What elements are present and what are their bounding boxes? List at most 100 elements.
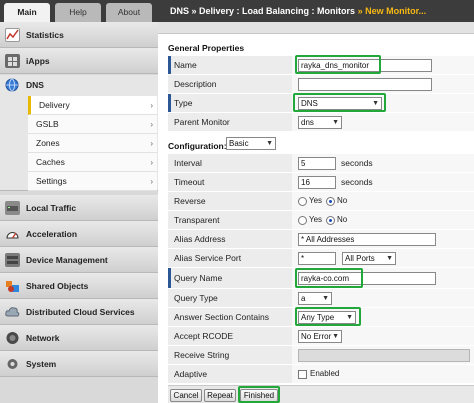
chevron-down-icon: ▼	[266, 140, 273, 147]
query-type-row: Query Type a ▼	[168, 289, 474, 308]
description-label: Description	[174, 79, 217, 89]
parent-monitor-row: Parent Monitor dns ▼	[168, 113, 474, 132]
nav-system[interactable]: System	[0, 351, 158, 377]
sidebar-item-delivery[interactable]: Delivery ›	[28, 96, 157, 115]
transparent-no-radio[interactable]	[326, 216, 335, 225]
description-input[interactable]	[298, 78, 432, 91]
chevron-down-icon: ▼	[386, 255, 393, 262]
sidebar-item-label: Delivery	[39, 100, 70, 110]
cancel-button[interactable]: Cancel	[170, 389, 202, 402]
sidebar-item-caches[interactable]: Caches ›	[28, 153, 157, 172]
nav-dns-label: DNS	[26, 80, 44, 90]
adaptive-row: Adaptive Enabled	[168, 365, 474, 384]
nav-local-traffic[interactable]: Local Traffic	[0, 195, 158, 221]
device-icon	[5, 253, 20, 267]
reverse-row: Reverse Yes No	[168, 192, 474, 211]
reverse-no-radio[interactable]	[326, 197, 335, 206]
alias-address-input[interactable]: * All Addresses	[298, 233, 436, 246]
answer-section-label: Answer Section Contains	[174, 312, 269, 322]
monitor-form: General Properties Name rayka_dns_monito…	[168, 34, 474, 403]
tab-main[interactable]: Main	[4, 3, 50, 22]
iapps-icon	[5, 54, 20, 68]
adaptive-label: Adaptive	[174, 369, 208, 379]
interval-input[interactable]: 5	[298, 157, 336, 170]
interval-unit: seconds	[341, 158, 373, 168]
network-icon	[5, 331, 20, 345]
name-highlight	[295, 55, 381, 74]
alias-port-label: Alias Service Port	[174, 253, 242, 263]
alias-port-input[interactable]: *	[298, 252, 336, 265]
nav-shared-objects-label: Shared Objects	[26, 281, 89, 291]
globe-icon	[5, 78, 19, 92]
interval-row: Interval 5 seconds	[168, 154, 474, 173]
nav-device-management[interactable]: Device Management	[0, 247, 158, 273]
transparent-row: Transparent Yes No	[168, 211, 474, 230]
nav-distributed-cloud[interactable]: Distributed Cloud Services	[0, 299, 158, 325]
interval-label: Interval	[174, 158, 202, 168]
interval-value-cell: 5 seconds	[292, 154, 474, 172]
tab-help[interactable]: Help	[55, 3, 101, 22]
query-type-value-cell: a ▼	[292, 289, 474, 307]
query-type-select[interactable]: a ▼	[298, 292, 332, 305]
timeout-input[interactable]: 16	[298, 176, 336, 189]
chevron-right-icon: ›	[150, 177, 153, 186]
timeout-value-cell: 16 seconds	[292, 173, 474, 191]
transparent-yes-label: Yes	[309, 215, 323, 224]
nav-statistics-label: Statistics	[26, 30, 64, 40]
breadcrumb-current: New Monitor...	[365, 6, 427, 16]
reverse-no-label: No	[337, 196, 348, 205]
answer-section-highlight	[295, 307, 361, 326]
sidebar-item-settings[interactable]: Settings ›	[28, 172, 157, 191]
nav-iapps[interactable]: iApps	[0, 48, 158, 74]
nav-local-traffic-label: Local Traffic	[26, 203, 77, 213]
sub-toolbar	[158, 22, 474, 34]
alias-port-select[interactable]: All Ports ▼	[342, 252, 396, 265]
adaptive-enabled-label: Enabled	[310, 369, 340, 378]
sidebar-item-zones[interactable]: Zones ›	[28, 134, 157, 153]
tab-about[interactable]: About	[106, 3, 152, 22]
alias-address-row: Alias Address * All Addresses	[168, 230, 474, 249]
sidebar-item-label: Caches	[36, 157, 65, 167]
accept-rcode-row: Accept RCODE No Error ▼	[168, 327, 474, 346]
nav-network[interactable]: Network	[0, 325, 158, 351]
transparent-yes-radio[interactable]	[298, 216, 307, 225]
alias-port-select-value: All Ports	[345, 254, 375, 263]
nav-dns[interactable]: DNS	[0, 75, 158, 95]
chevron-right-icon: ›	[150, 158, 153, 167]
breadcrumb-path[interactable]: DNS » Delivery : Load Balancing : Monito…	[170, 6, 355, 16]
query-name-highlight	[295, 268, 363, 288]
transparent-value-cell: Yes No	[292, 211, 474, 229]
reverse-yes-radio[interactable]	[298, 197, 307, 206]
configuration-mode-select[interactable]: Basic ▼	[226, 137, 276, 150]
configuration-mode-value: Basic	[229, 139, 249, 148]
sidebar-item-label: GSLB	[36, 119, 59, 129]
system-icon	[5, 357, 20, 371]
receive-string-input[interactable]	[298, 349, 470, 362]
chevron-down-icon: ▼	[332, 333, 339, 340]
alias-port-value-cell: * All Ports ▼	[292, 249, 474, 267]
accept-rcode-select[interactable]: No Error ▼	[298, 330, 342, 343]
receive-string-label: Receive String	[174, 350, 230, 360]
query-name-label: Query Name	[168, 268, 292, 288]
sidebar-item-label: Zones	[36, 138, 60, 148]
reverse-label: Reverse	[174, 196, 206, 206]
sidebar-item-gslb[interactable]: GSLB ›	[28, 115, 157, 134]
chevron-down-icon: ▼	[322, 295, 329, 302]
nav-statistics[interactable]: Statistics	[0, 22, 158, 48]
configuration-title: Configuration:	[168, 141, 227, 151]
parent-monitor-select[interactable]: dns ▼	[298, 116, 342, 129]
speedometer-icon	[5, 227, 20, 241]
local-traffic-icon	[5, 201, 20, 215]
alias-address-value-cell: * All Addresses	[292, 230, 474, 248]
nav-acceleration[interactable]: Acceleration	[0, 221, 158, 247]
adaptive-checkbox[interactable]	[298, 370, 307, 379]
nav-shared-objects[interactable]: Shared Objects	[0, 273, 158, 299]
repeat-button[interactable]: Repeat	[204, 389, 236, 402]
parent-monitor-label: Parent Monitor	[174, 117, 230, 127]
chevron-down-icon: ▼	[332, 119, 339, 126]
query-type-label: Query Type	[174, 293, 218, 303]
alias-address-label: Alias Address	[174, 234, 226, 244]
statistics-icon	[5, 28, 20, 42]
finished-highlight	[238, 386, 280, 403]
nav-iapps-label: iApps	[26, 56, 50, 66]
